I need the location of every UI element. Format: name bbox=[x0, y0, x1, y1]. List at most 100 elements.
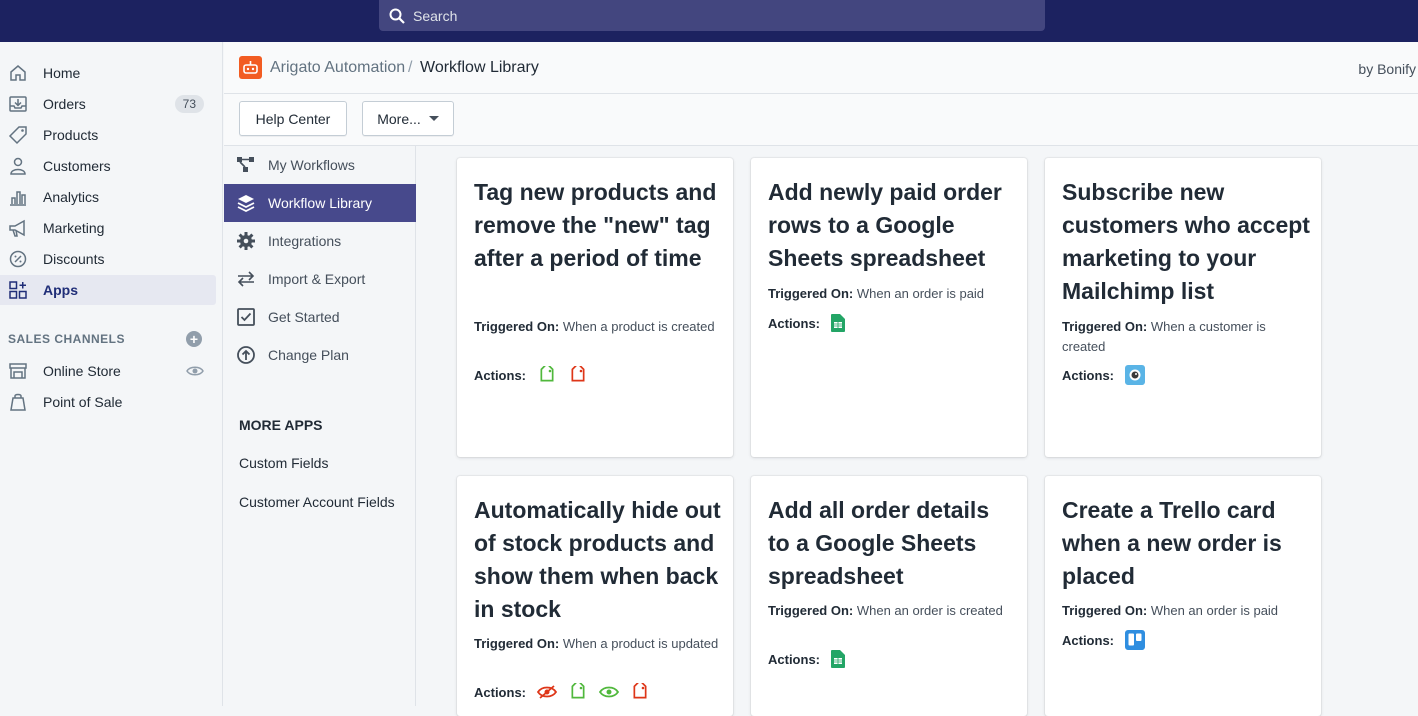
trigger-label: Triggered On: bbox=[768, 286, 854, 301]
search-icon bbox=[389, 8, 405, 24]
workflow-card-title: Tag new products and remove the "new" ta… bbox=[474, 179, 717, 271]
sales-channels-heading: SALES CHANNELS bbox=[8, 332, 126, 346]
discount-icon bbox=[9, 250, 27, 268]
subnav-item-change-plan[interactable]: Change Plan bbox=[224, 336, 416, 374]
sidebar-item-home[interactable]: Home bbox=[0, 58, 216, 88]
developer-byline[interactable]: by Bonify bbox=[1358, 61, 1416, 77]
sidebar: Home Orders 73 Products Customers Analyt… bbox=[0, 42, 223, 706]
more-app-link-custom-fields[interactable]: Custom Fields bbox=[239, 455, 328, 471]
tag-add-icon bbox=[568, 683, 588, 701]
subnav-item-label: Change Plan bbox=[268, 347, 349, 363]
pos-icon bbox=[10, 393, 26, 411]
view-store-eye-icon[interactable] bbox=[186, 362, 204, 380]
workflow-actions: Actions: bbox=[474, 365, 588, 385]
page-title: Workflow Library bbox=[420, 59, 539, 76]
workflow-actions: Actions: bbox=[1062, 365, 1145, 385]
subnav-item-integrations[interactable]: Integrations bbox=[224, 222, 416, 260]
sidebar-item-online-store[interactable]: Online Store bbox=[0, 356, 216, 386]
workflow-card[interactable]: Automatically hide out of stock products… bbox=[457, 476, 733, 716]
swap-arrows-icon bbox=[237, 271, 255, 287]
sidebar-item-label: Products bbox=[43, 127, 99, 143]
tag-remove-icon bbox=[630, 683, 650, 701]
sidebar-item-label: Discounts bbox=[43, 251, 105, 267]
subnav-item-import-export[interactable]: Import & Export bbox=[224, 260, 416, 298]
workflow-card-title: Add newly paid order rows to a Google Sh… bbox=[768, 179, 1002, 271]
sidebar-item-marketing[interactable]: Marketing bbox=[0, 213, 216, 243]
sidebar-item-products[interactable]: Products bbox=[0, 120, 216, 150]
trigger-label: Triggered On: bbox=[474, 636, 560, 651]
trigger-label: Triggered On: bbox=[1062, 603, 1148, 618]
trigger-value: When an order is paid bbox=[1150, 603, 1279, 618]
more-app-link-customer-account-fields[interactable]: Customer Account Fields bbox=[239, 494, 395, 510]
workflow-library-grid: Tag new products and remove the "new" ta… bbox=[417, 146, 1418, 716]
workflow-trigger: Triggered On: When a product is created bbox=[474, 317, 719, 337]
more-actions-label: More... bbox=[377, 110, 421, 127]
actions-label: Actions: bbox=[474, 684, 526, 700]
search-placeholder: Search bbox=[413, 7, 458, 24]
add-channel-button[interactable]: + bbox=[186, 331, 202, 347]
sidebar-item-label: Orders bbox=[43, 96, 86, 112]
subnav-item-workflow-library[interactable]: Workflow Library bbox=[224, 184, 416, 222]
subnav-item-label: Integrations bbox=[268, 233, 342, 249]
sidebar-item-label: Apps bbox=[43, 282, 78, 298]
layers-icon bbox=[237, 195, 255, 213]
person-icon bbox=[10, 157, 26, 175]
trigger-label: Triggered On: bbox=[1062, 319, 1148, 334]
trigger-value: When an order is paid bbox=[856, 286, 985, 301]
workflow-card[interactable]: Subscribe new customers who accept marke… bbox=[1045, 158, 1321, 457]
actions-label: Actions: bbox=[474, 367, 526, 383]
workflow-trigger: Triggered On: When an order is created bbox=[768, 601, 1013, 621]
tag-icon bbox=[8, 126, 27, 145]
subnav-item-my-workflows[interactable]: My Workflows bbox=[224, 146, 416, 184]
workflow-card-title: Add all order details to a Google Sheets… bbox=[768, 497, 990, 589]
sidebar-item-apps[interactable]: Apps bbox=[0, 275, 216, 305]
actions-label: Actions: bbox=[768, 315, 820, 331]
arigato-logo-icon bbox=[239, 56, 262, 79]
workflow-card[interactable]: Add newly paid order rows to a Google Sh… bbox=[751, 158, 1027, 457]
trello-icon bbox=[1125, 630, 1145, 650]
subnav-item-label: Get Started bbox=[268, 309, 340, 325]
workflow-card[interactable]: Create a Trello card when a new order is… bbox=[1045, 476, 1321, 716]
tag-add-icon bbox=[537, 366, 557, 384]
gear-icon bbox=[237, 232, 255, 250]
workflow-actions: Actions: bbox=[768, 313, 845, 333]
apps-icon bbox=[9, 281, 27, 299]
app-sidebar: My Workflows Workflow Library Integratio… bbox=[224, 146, 416, 706]
actions-label: Actions: bbox=[768, 651, 820, 667]
google-sheets-icon bbox=[831, 650, 845, 668]
workflow-actions: Actions: bbox=[474, 682, 650, 702]
sidebar-item-label: Online Store bbox=[43, 363, 121, 379]
sidebar-item-label: Customers bbox=[43, 158, 111, 174]
app-toolbar: Help Center More... bbox=[224, 94, 1418, 146]
more-actions-button[interactable]: More... bbox=[362, 101, 454, 136]
more-apps-heading: MORE APPS bbox=[239, 417, 323, 433]
sidebar-item-customers[interactable]: Customers bbox=[0, 151, 216, 181]
trigger-label: Triggered On: bbox=[768, 603, 854, 618]
breadcrumb-app-link[interactable]: Arigato Automation bbox=[270, 59, 405, 77]
sidebar-item-analytics[interactable]: Analytics bbox=[0, 182, 216, 212]
google-sheets-icon bbox=[831, 314, 845, 332]
sidebar-item-discounts[interactable]: Discounts bbox=[0, 244, 216, 274]
trigger-value: When an order is created bbox=[856, 603, 1003, 618]
sidebar-item-point-of-sale[interactable]: Point of Sale bbox=[0, 387, 216, 417]
sidebar-item-label: Point of Sale bbox=[43, 394, 123, 410]
app-header: Arigato Automation / Workflow Library by… bbox=[224, 42, 1418, 94]
sidebar-item-orders[interactable]: Orders 73 bbox=[0, 89, 216, 119]
subnav-item-get-started[interactable]: Get Started bbox=[224, 298, 416, 336]
chevron-down-icon bbox=[428, 116, 439, 121]
upgrade-circle-icon bbox=[237, 346, 255, 364]
workflow-actions: Actions: bbox=[768, 649, 845, 669]
sidebar-item-label: Analytics bbox=[43, 189, 100, 205]
top-bar: Search bbox=[0, 0, 1418, 42]
orders-icon bbox=[9, 96, 27, 112]
help-center-button[interactable]: Help Center bbox=[239, 101, 347, 136]
subnav-item-label: Workflow Library bbox=[268, 195, 372, 211]
workflow-trigger: Triggered On: When a customer is created bbox=[1062, 317, 1307, 357]
workflow-card[interactable]: Tag new products and remove the "new" ta… bbox=[457, 158, 733, 457]
workflow-card[interactable]: Add all order details to a Google Sheets… bbox=[751, 476, 1027, 716]
checkbox-icon bbox=[237, 308, 255, 326]
search-input[interactable]: Search bbox=[379, 0, 1045, 31]
workflow-trigger: Triggered On: When an order is paid bbox=[768, 284, 1013, 304]
show-eye-icon bbox=[599, 685, 619, 699]
workflow-trigger: Triggered On: When a product is updated bbox=[474, 634, 719, 654]
